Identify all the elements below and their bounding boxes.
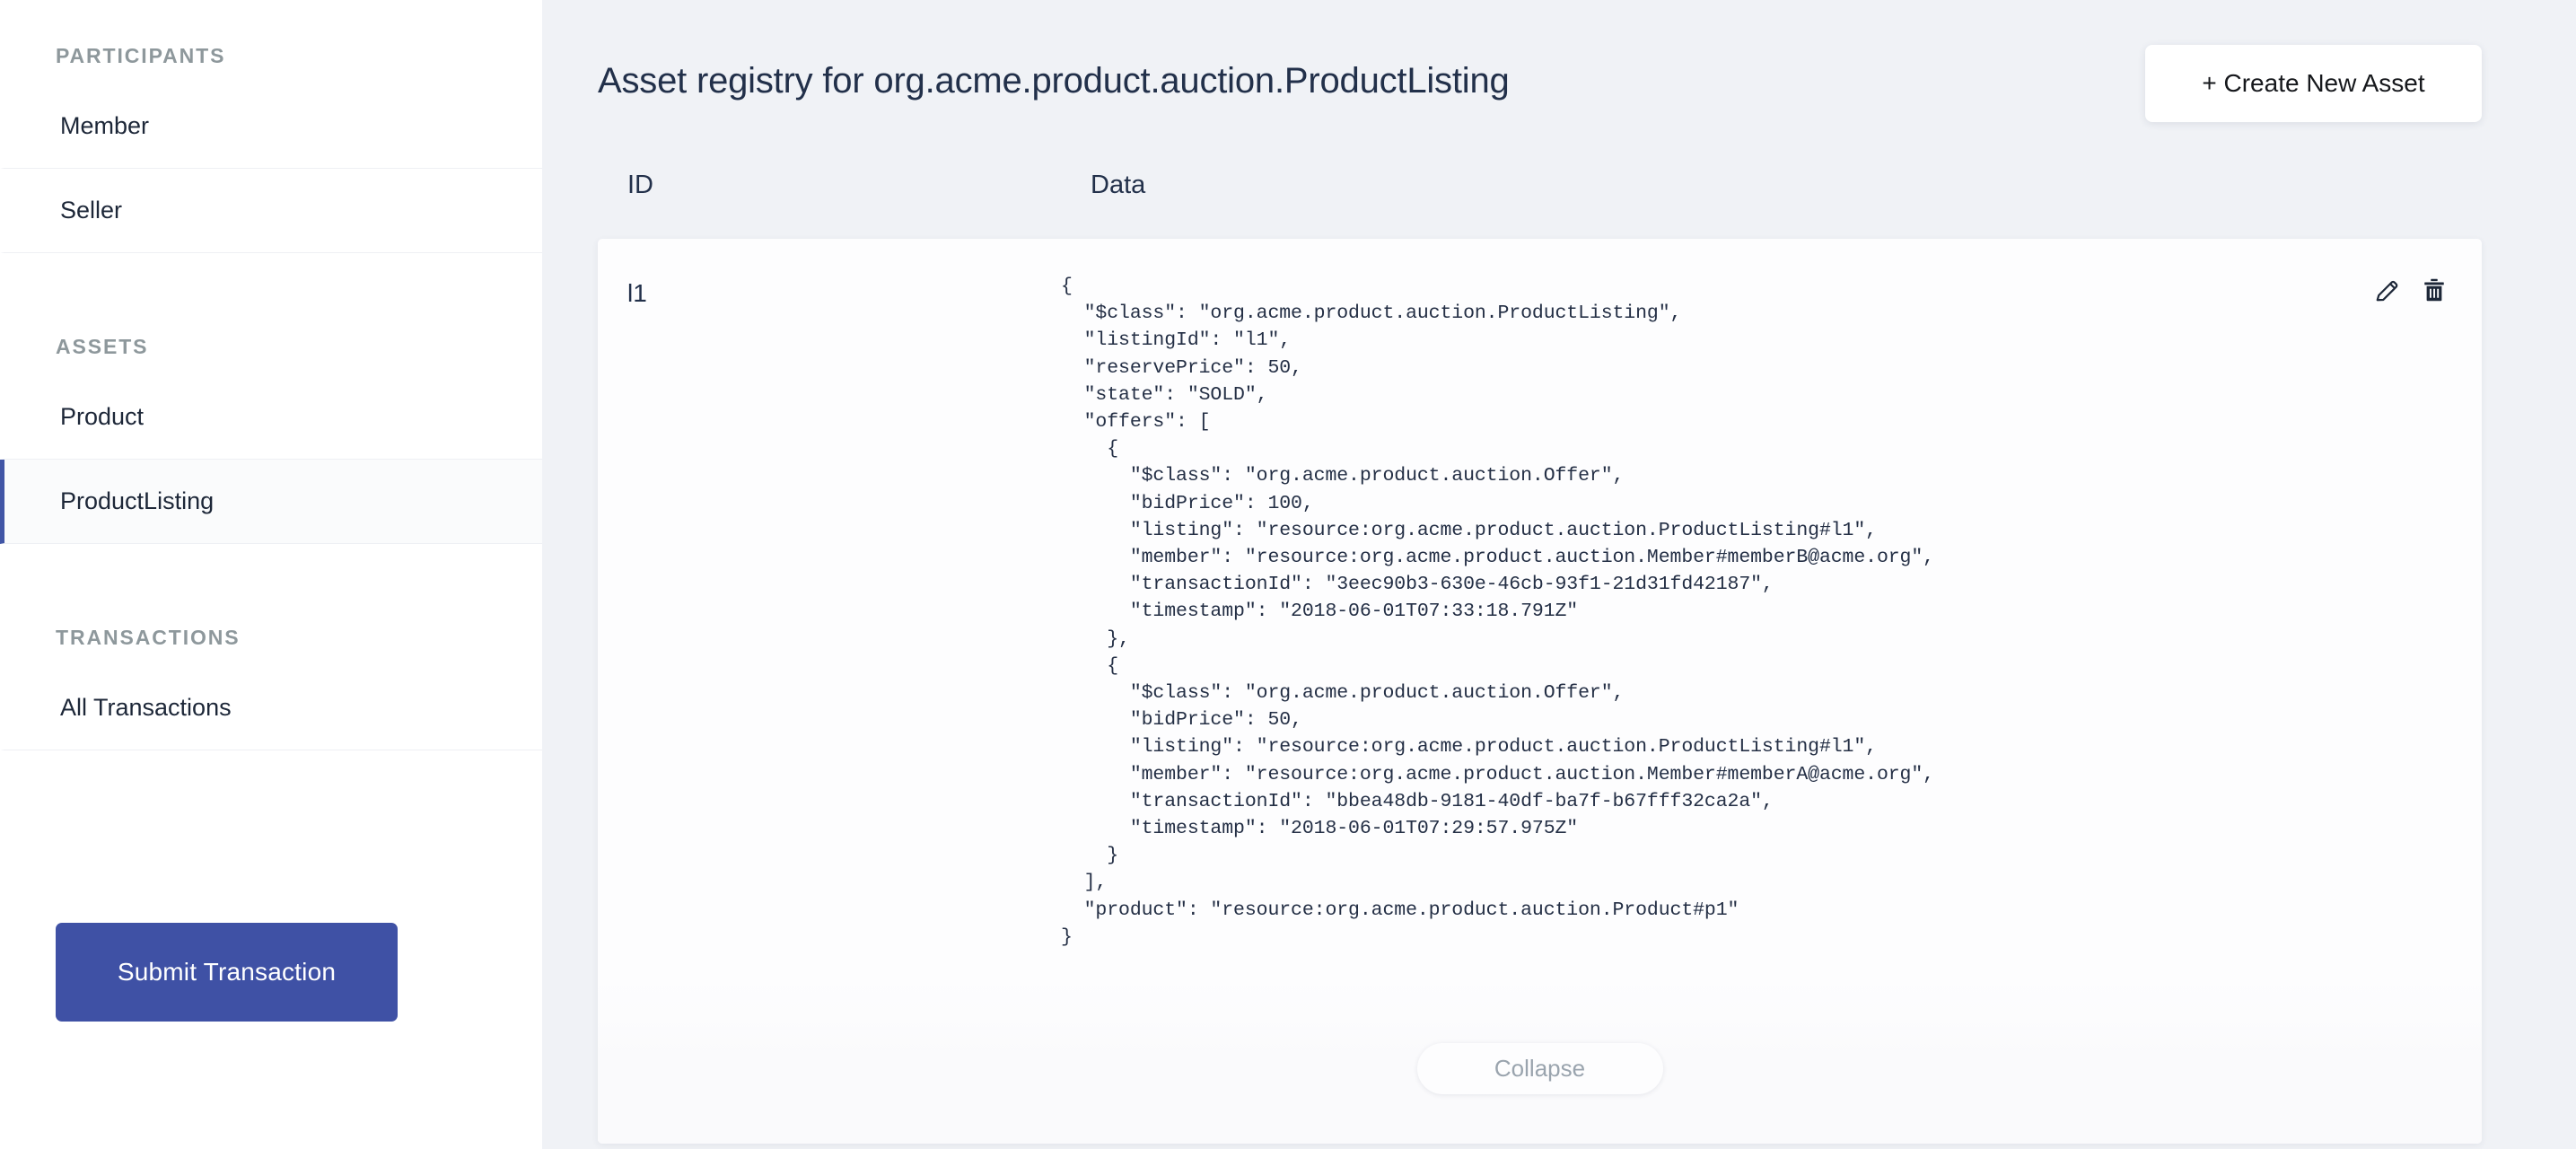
- edit-asset-button[interactable]: [2374, 276, 2401, 303]
- sidebar-item-productlisting[interactable]: ProductListing: [0, 460, 542, 544]
- sidebar-section-assets-label: ASSETS: [56, 335, 149, 358]
- table-row: l1 { "$class": "org.acme.product.auction…: [598, 239, 2482, 1144]
- main-content: Asset registry for org.acme.product.auct…: [542, 0, 2576, 1149]
- sidebar-section-participants-label: PARTICIPANTS: [56, 44, 226, 67]
- trash-icon: [2421, 278, 2448, 306]
- sidebar-item-label: Seller: [60, 197, 123, 224]
- page-title: Asset registry for org.acme.product.auct…: [598, 61, 1510, 101]
- sidebar-section-transactions-label: TRANSACTIONS: [56, 626, 241, 649]
- cell-asset-id: l1: [627, 279, 647, 307]
- row-actions: [2374, 276, 2448, 303]
- sidebar-item-seller[interactable]: Seller: [0, 169, 542, 253]
- submit-transaction-button[interactable]: Submit Transaction: [56, 923, 398, 1022]
- collapse-button[interactable]: Collapse: [1416, 1043, 1663, 1094]
- sidebar-item-label: ProductListing: [60, 487, 215, 514]
- sidebar-item-product[interactable]: Product: [0, 375, 542, 460]
- column-header-data: Data: [1091, 171, 1146, 199]
- app-root: PARTICIPANTS Member Seller ASSETS Produc…: [0, 0, 2576, 1149]
- sidebar-item-member[interactable]: Member: [0, 84, 542, 169]
- table-header-row: ID Data: [598, 171, 2482, 200]
- cell-asset-data: { "$class": "org.acme.product.auction.Pr…: [1061, 239, 2482, 1144]
- submit-transaction-container: Submit Transaction: [56, 923, 398, 1022]
- sidebar-item-label: Member: [60, 112, 150, 139]
- sidebar-item-label: All Transactions: [60, 694, 232, 721]
- create-new-asset-button[interactable]: + Create New Asset: [2145, 45, 2482, 122]
- sidebar: PARTICIPANTS Member Seller ASSETS Produc…: [0, 0, 542, 1149]
- delete-asset-button[interactable]: [2421, 276, 2448, 303]
- sidebar-item-label: Product: [60, 403, 145, 430]
- asset-json-content: { "$class": "org.acme.product.auction.Pr…: [1061, 276, 1934, 948]
- pencil-icon: [2374, 280, 2401, 306]
- sidebar-item-all-transactions[interactable]: All Transactions: [0, 666, 542, 750]
- column-header-id: ID: [627, 171, 653, 199]
